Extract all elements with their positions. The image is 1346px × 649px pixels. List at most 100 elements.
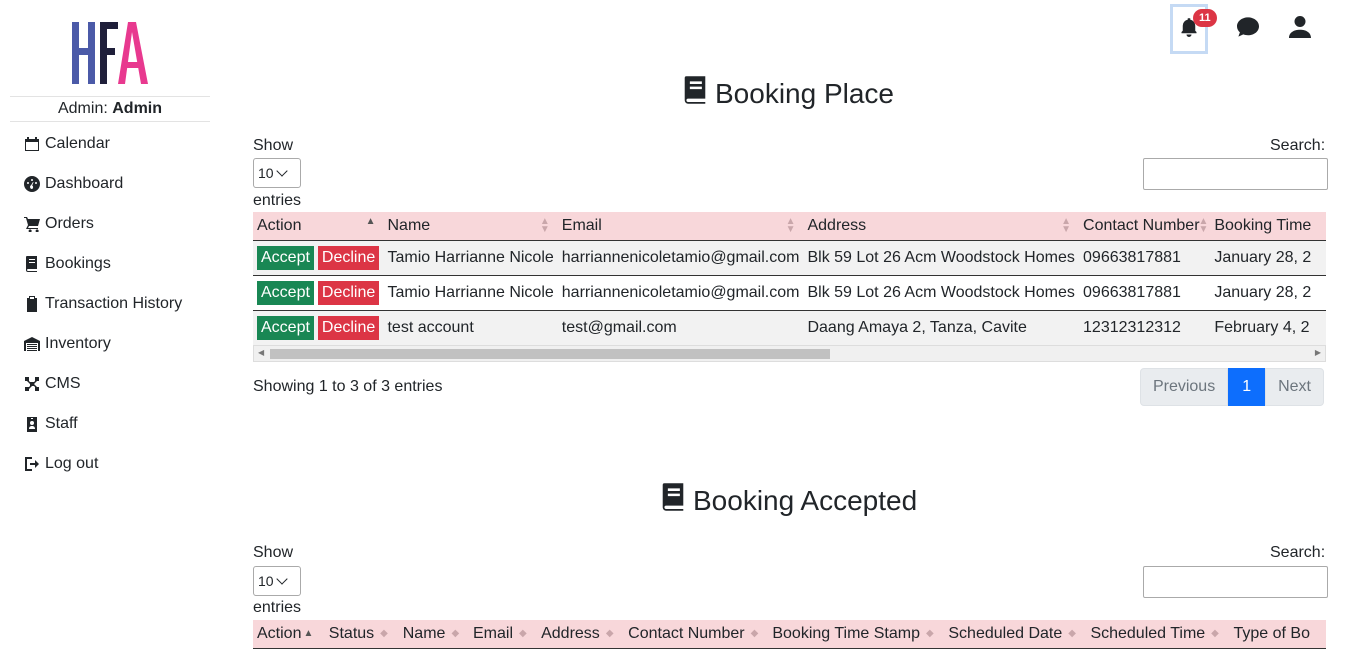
email-cell: harriannenicoletamio@gmail.com (557, 240, 804, 276)
column-header-status[interactable]: Status ◆ (324, 620, 399, 649)
topbar: 11 (1170, 4, 1326, 54)
column-header-contact-number[interactable]: Contact Number ◆ (624, 620, 769, 649)
column-header-type-of-booking[interactable]: Type of Bo (1229, 620, 1326, 649)
sort-icon: ◆ (605, 627, 614, 639)
sort-icon: ◆ (1068, 627, 1076, 639)
sidebar-item-label: Log out (45, 455, 99, 472)
decline-button[interactable]: Decline (317, 315, 380, 340)
entries-select-value: 10 (258, 573, 274, 589)
show-label: Show (253, 137, 294, 154)
profile-button[interactable] (1288, 15, 1312, 43)
warehouse-icon (24, 336, 40, 352)
scroll-left-icon[interactable]: ◀ (258, 348, 264, 357)
column-header-name[interactable]: Name ◆ (398, 620, 469, 649)
sidebar-item-logout[interactable]: Log out (24, 444, 182, 484)
chat-icon (1237, 16, 1259, 43)
booking-place-title: Booking Place (683, 76, 894, 111)
column-header-label: Action (257, 216, 302, 234)
column-header-address[interactable]: Address ◆ (537, 620, 625, 649)
page-button-1[interactable]: 1 (1228, 368, 1266, 406)
booking-accepted-title: Booking Accepted (661, 483, 917, 518)
address-cell: Daang Amaya 2, Tanza, Cavite (803, 310, 1080, 346)
column-header-scheduled-time[interactable]: Scheduled Time ◆ (1086, 620, 1230, 649)
column-header-label: Contact Number (628, 624, 745, 642)
column-header-email[interactable]: Email ◆ (469, 620, 538, 649)
booking-place-table: Action ▲ Name ▲ ▼ Email ▲ ▼ Address ▲ ▼ Contact… (253, 212, 1326, 346)
table-row: Accept Decline test account test@gmail.co… (253, 310, 1326, 346)
column-header-label: Scheduled Date (948, 624, 1063, 642)
show-label: Show (253, 544, 294, 561)
contact-cell: 09663817881 (1079, 275, 1211, 311)
accept-button[interactable]: Accept (257, 280, 314, 305)
table-header-row: Action ▲ Status ◆ Name ◆ Email ◆ Address ◆ Co… (253, 620, 1326, 649)
sidebar-item-cms[interactable]: CMS (24, 364, 182, 404)
email-cell: harriannenicoletamio@gmail.com (557, 275, 804, 311)
decline-button[interactable]: Decline (317, 280, 380, 305)
scrollbar-thumb[interactable] (270, 349, 830, 359)
column-header-booking-time-stamp[interactable]: Booking Time Stamp ◆ (768, 620, 945, 649)
column-header-label: Scheduled Time (1090, 624, 1206, 642)
sidebar-nav: Calendar Dashboard Orders Bookings Trans… (24, 124, 182, 484)
column-header-action[interactable]: Action ▲ (253, 212, 384, 241)
accept-button[interactable]: Accept (257, 245, 314, 270)
admin-name: Admin (112, 100, 163, 117)
address-cell: Blk 59 Lot 26 Acm Woodstock Homes (803, 240, 1080, 276)
logout-icon (24, 456, 40, 472)
sidebar-item-dashboard[interactable]: Dashboard (24, 164, 182, 204)
entries-select[interactable]: 10 (253, 566, 301, 596)
search-input[interactable] (1143, 566, 1328, 598)
cart-icon (24, 216, 40, 232)
search-label: Search: (1270, 544, 1326, 561)
decline-button[interactable]: Decline (317, 245, 380, 270)
messages-button[interactable] (1236, 16, 1260, 43)
notification-badge: 11 (1193, 9, 1217, 27)
column-header-label: Email (473, 624, 514, 642)
address-cell: Blk 59 Lot 26 Acm Woodstock Homes (803, 275, 1080, 311)
clipboard-icon (24, 296, 40, 312)
next-button[interactable]: Next (1265, 368, 1324, 406)
horizontal-scrollbar[interactable]: ◀ ▶ (253, 345, 1326, 362)
column-header-action[interactable]: Action ▲ (253, 620, 325, 649)
admin-line: Admin: Admin (10, 96, 210, 122)
chevron-down-icon (275, 573, 288, 585)
booking-time-cell: January 28, 2 (1210, 275, 1326, 311)
book-icon (683, 76, 715, 111)
sort-icon: ▲ ▼ (1061, 216, 1072, 235)
sidebar-item-label: Calendar (45, 135, 110, 152)
scroll-right-icon[interactable]: ▶ (1315, 348, 1321, 357)
user-icon (1289, 15, 1311, 43)
column-header-label: Email (561, 216, 602, 234)
column-header-email[interactable]: Email ▲ ▼ (557, 212, 804, 241)
sidebar-item-label: Orders (45, 215, 94, 232)
column-header-scheduled-date[interactable]: Scheduled Date ◆ (944, 620, 1087, 649)
contact-cell: 09663817881 (1079, 240, 1211, 276)
column-header-booking-time[interactable]: Booking Time (1210, 212, 1326, 241)
column-header-label: Booking Time (1214, 216, 1312, 234)
entries-select[interactable]: 10 (253, 158, 301, 188)
sidebar-item-calendar[interactable]: Calendar (24, 124, 182, 164)
booking-accepted-table: Action ▲ Status ◆ Name ◆ Email ◆ Address ◆ Co… (253, 620, 1326, 649)
column-header-label: Action (257, 624, 302, 642)
previous-button[interactable]: Previous (1139, 368, 1229, 406)
search-label: Search: (1270, 137, 1326, 154)
sidebar-item-label: Staff (45, 415, 78, 432)
search-input[interactable] (1143, 158, 1328, 190)
column-header-name[interactable]: Name ▲ ▼ (383, 212, 558, 241)
sidebar-item-transaction-history[interactable]: Transaction History (24, 284, 182, 324)
column-header-contact-number[interactable]: Contact Number ▲ ▼ (1079, 212, 1211, 241)
table-row: Accept Decline Tamio Harrianne Nicole har… (253, 275, 1326, 311)
sidebar-item-staff[interactable]: Staff (24, 404, 182, 444)
dashboard-icon (24, 176, 40, 192)
accept-button[interactable]: Accept (257, 315, 314, 340)
sidebar-item-bookings[interactable]: Bookings (24, 244, 182, 284)
table-info: Showing 1 to 3 of 3 entries (253, 378, 443, 395)
sidebar-item-inventory[interactable]: Inventory (24, 324, 182, 364)
notifications-button[interactable]: 11 (1170, 4, 1217, 54)
sidebar-item-orders[interactable]: Orders (24, 204, 182, 244)
entries-select-value: 10 (258, 165, 274, 181)
book-icon (661, 483, 693, 518)
column-header-label: Name (387, 216, 431, 234)
entries-label: entries (253, 599, 302, 616)
sort-asc-icon: ▲ (303, 627, 314, 639)
column-header-address[interactable]: Address ▲ ▼ (803, 212, 1080, 241)
